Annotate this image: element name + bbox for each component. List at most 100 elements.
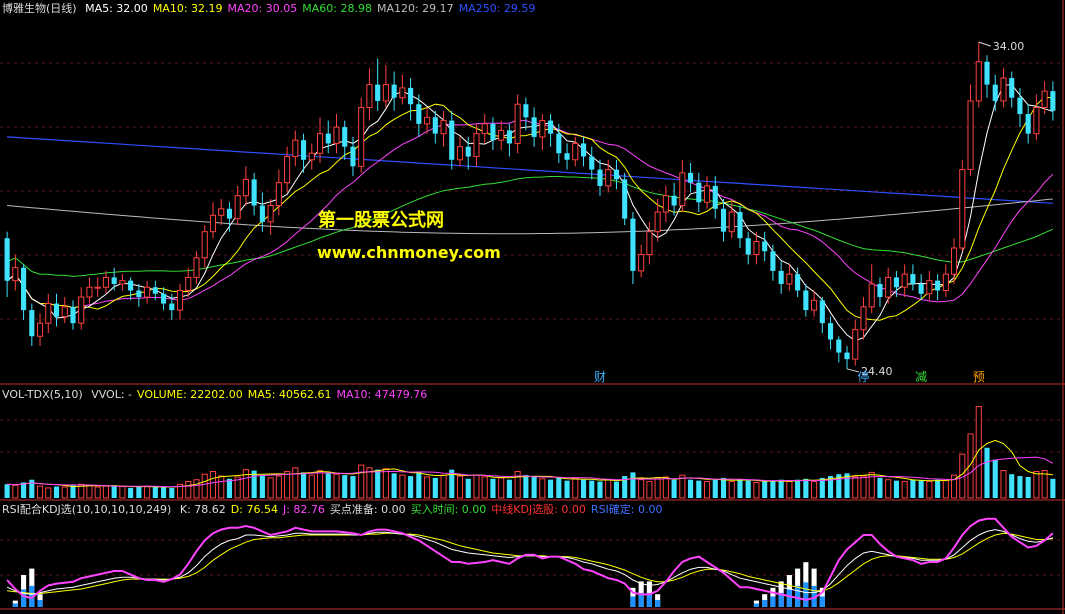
volume-bar <box>350 476 356 498</box>
candle <box>514 94 521 154</box>
volume-bar <box>984 447 990 498</box>
volume-bar <box>671 479 677 498</box>
kdj-j-line <box>6 517 1054 601</box>
candle <box>580 136 587 167</box>
candle-body <box>589 156 595 170</box>
candle-body <box>564 153 570 160</box>
volume-bar <box>45 487 52 499</box>
candle-body <box>712 185 718 209</box>
volume-legend-item: VVOL: - <box>91 388 133 401</box>
candle <box>251 172 257 216</box>
candle-body <box>506 130 512 144</box>
volume-bar <box>597 481 603 498</box>
candle <box>885 267 892 304</box>
candle <box>490 117 496 150</box>
volume-bar <box>696 480 702 498</box>
candlestick-series[interactable] <box>4 42 1056 369</box>
candle <box>786 264 793 291</box>
volume-bar <box>745 480 751 498</box>
candle-body <box>144 286 151 298</box>
candle <box>1009 71 1015 108</box>
volume-ma5-line <box>7 439 1053 488</box>
candle-body <box>926 280 933 295</box>
candle <box>688 163 694 193</box>
volume-bar <box>111 485 117 498</box>
candle-body <box>778 270 784 284</box>
candle <box>333 114 340 154</box>
candle <box>284 146 291 193</box>
candle-body <box>94 286 101 289</box>
candle <box>803 283 809 317</box>
candle-body <box>877 283 883 298</box>
kdj-indicator-name[interactable]: RSI配合KDJ选(10,10,10,10,249) <box>2 503 171 516</box>
candle <box>926 270 933 301</box>
volume-bar <box>275 475 282 499</box>
candle <box>770 244 776 281</box>
volume-bar <box>408 476 414 498</box>
volume-bar <box>284 470 291 499</box>
volume-bar <box>860 475 867 499</box>
candle-body <box>29 310 35 337</box>
candle <box>523 97 529 131</box>
volume-bar <box>901 481 908 499</box>
candle <box>94 277 101 298</box>
candle-body <box>267 205 274 223</box>
candle-body <box>720 208 727 232</box>
candle-body <box>613 169 620 180</box>
candle-body <box>259 205 265 222</box>
candle-body <box>152 287 158 294</box>
candle-body <box>308 152 315 161</box>
candle <box>762 231 768 262</box>
candle-body <box>12 267 19 282</box>
candle <box>877 277 883 307</box>
main-panel-header: 博雅生物(日线) MA5: 32.00 MA10: 32.19 MA20: 30.0… <box>2 2 545 16</box>
candle-body <box>70 306 76 324</box>
candle-body <box>580 143 587 157</box>
candle <box>78 287 85 330</box>
candle-body <box>654 211 661 233</box>
candle <box>696 172 702 213</box>
candle-body <box>325 133 331 144</box>
volume-bar <box>152 486 158 498</box>
candle <box>185 267 192 298</box>
volume-bar <box>440 474 447 499</box>
watermark-url: www.chnmoney.com <box>317 243 501 262</box>
candle <box>308 143 315 170</box>
volume-bar <box>531 476 537 498</box>
kdj-lines <box>6 517 1054 601</box>
event-marker: 停 <box>857 369 869 384</box>
candle-body <box>638 254 645 272</box>
candle <box>70 300 76 330</box>
candle-body <box>523 104 529 118</box>
volume-bar <box>342 475 348 498</box>
candle-body <box>342 127 348 147</box>
candle-body <box>893 277 899 288</box>
kdj-panel-header: RSI配合KDJ选(10,10,10,10,249) K: 78.62 D: 76… <box>2 503 673 517</box>
volume-bar <box>926 481 933 499</box>
candle <box>375 58 381 111</box>
candle-body <box>358 107 365 167</box>
candle <box>267 199 274 235</box>
candle <box>1025 104 1031 144</box>
volume-bar <box>885 479 892 499</box>
volume-bar <box>61 486 68 499</box>
candle-body <box>242 178 249 197</box>
candle <box>836 336 842 363</box>
candle <box>481 114 488 144</box>
candle-body <box>316 133 324 154</box>
volume-bar <box>169 487 175 498</box>
candle-body <box>811 299 818 311</box>
volume-bar <box>728 481 735 499</box>
candle-body <box>416 104 422 124</box>
volume-bar <box>523 475 529 498</box>
volume-bar <box>506 479 512 498</box>
candle <box>778 261 784 294</box>
candle-body <box>605 169 612 187</box>
candle-body <box>432 117 438 134</box>
stock-name[interactable]: 博雅生物(日线) <box>2 2 77 15</box>
ma-legend-item: MA60: 28.98 <box>302 2 372 15</box>
volume-indicator-name[interactable]: VOL-TDX(5,10) <box>2 388 83 401</box>
candle-body <box>375 84 381 101</box>
candle-body <box>301 140 307 160</box>
event-marker: 财 <box>594 370 606 384</box>
